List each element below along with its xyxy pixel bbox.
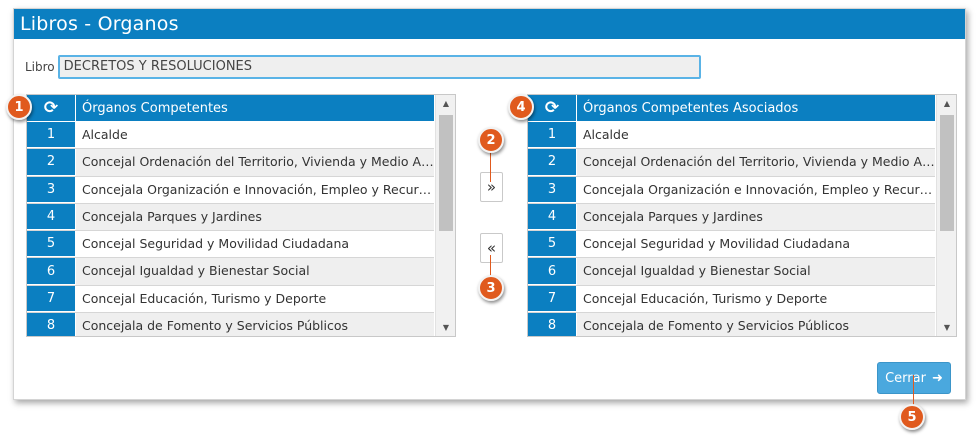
row-text: Alcalde [82,127,128,142]
callout-leader-line [490,255,491,277]
row-text: Concejala Parques y Jardines [577,203,935,231]
exit-icon: ➜ [931,370,943,386]
table-row[interactable]: 8 Concejala de Fomento y Servicios Públic… [528,313,935,336]
refresh-icon[interactable]: ⟳ [528,95,577,121]
libro-input[interactable]: DECRETOS Y RESOLUCIONES [57,55,701,79]
callout-badge: 1 [6,94,32,120]
table-row[interactable]: 6 Concejal Igualdad y Bienestar Social [528,258,935,286]
table-row[interactable]: 4 Concejala Parques y Jardines [27,203,434,232]
table-row[interactable]: 3 Concejala Organización e Innovación, Em… [27,176,434,204]
callout-leader-line [913,375,914,405]
window-title: Libros - Organos [14,9,965,39]
row-text: Concejal Seguridad y Movilidad Ciudadana [82,236,350,252]
row-number: 5 [27,231,76,258]
double-chevron-left-icon: « [486,239,497,257]
double-chevron-right-icon: » [486,178,497,196]
row-text: Concejal Igualdad y Bienestar Social [76,258,434,285]
row-number: 8 [27,313,76,336]
cerrar-button[interactable]: Cerrar ➜ [877,362,951,394]
row-number: 5 [528,231,577,258]
row-number: 8 [528,313,577,336]
organos-asociados-grid: ⟳ Órganos Competentes Asociados 1 Alcalde… [527,94,957,337]
table-row[interactable]: 7 Concejal Educación, Turismo y Deporte [528,285,935,314]
scroll-down-icon[interactable]: ▼ [937,319,956,336]
table-row[interactable]: 6 Concejal Igualdad y Bienestar Social [27,258,434,286]
callout-leader-line [490,152,491,182]
row-number: 2 [27,149,76,176]
row-number: 6 [528,258,577,285]
row-number: 3 [528,176,577,203]
scroll-thumb[interactable] [439,115,453,231]
row-number: 3 [27,176,76,203]
add-organo-button[interactable]: » [480,172,503,202]
table-row[interactable]: 1 Alcalde [528,122,935,150]
table-row[interactable]: 3 Concejala Organización e Innovación, Em… [528,176,935,204]
row-text: Alcalde [583,127,629,142]
table-row[interactable]: 5 Concejal Seguridad y Movilidad Ciudadan… [27,231,434,259]
libros-organos-dialog: Libros - Organos Libro DECRETOS Y RESOLU… [13,8,966,400]
grid-header: ⟳ Órganos Competentes [27,95,434,122]
grid-header-title: Órganos Competentes [82,101,228,116]
row-number: 2 [528,149,577,176]
row-number: 4 [27,203,76,231]
row-text: Concejala Organización e Innovación, Emp… [583,181,935,197]
row-text: Concejal Educación, Turismo y Deporte [82,290,327,306]
row-text: Concejala Organización e Innovación, Emp… [82,181,434,197]
row-text: Concejal Educación, Turismo y Deporte [583,290,828,306]
row-number: 7 [528,285,577,313]
row-text: Concejal Ordenación del Territorio, Vivi… [76,149,434,176]
refresh-icon[interactable]: ⟳ [27,95,76,121]
row-text: Concejala de Fomento y Servicios Público… [76,313,434,336]
callout-badge: 2 [478,127,504,153]
libro-field-row: Libro DECRETOS Y RESOLUCIONES [25,55,701,79]
vertical-scrollbar[interactable]: ▲ ▼ [936,95,956,336]
cerrar-label: Cerrar [885,370,926,386]
table-row[interactable]: 5 Concejal Seguridad y Movilidad Ciudadan… [528,231,935,259]
grid-header-title: Órganos Competentes Asociados [583,101,799,116]
row-text: Concejala Parques y Jardines [76,203,434,231]
libro-label: Libro [25,60,55,74]
table-row[interactable]: 2 Concejal Ordenación del Territorio, Viv… [27,149,434,177]
callout-badge: 4 [508,94,534,120]
grid-header: ⟳ Órganos Competentes Asociados [528,95,935,122]
table-row[interactable]: 2 Concejal Ordenación del Territorio, Viv… [528,149,935,177]
scroll-up-icon[interactable]: ▲ [937,95,956,112]
row-number: 4 [528,203,577,231]
scroll-up-icon[interactable]: ▲ [436,95,455,112]
row-text: Concejal Seguridad y Movilidad Ciudadana [583,236,851,252]
organos-competentes-grid: ⟳ Órganos Competentes 1 Alcalde 2 Concejal… [26,94,456,337]
callout-badge: 5 [899,404,925,430]
table-row[interactable]: 4 Concejala Parques y Jardines [528,203,935,232]
table-row[interactable]: 1 Alcalde [27,122,434,150]
vertical-scrollbar[interactable]: ▲ ▼ [435,95,455,336]
scroll-down-icon[interactable]: ▼ [436,319,455,336]
row-number: 7 [27,285,76,313]
row-number: 6 [27,258,76,285]
row-text: Concejal Ordenación del Territorio, Vivi… [577,149,935,176]
remove-organo-button[interactable]: « [480,233,503,263]
row-number: 1 [27,122,76,149]
table-row[interactable]: 8 Concejala de Fomento y Servicios Públic… [27,313,434,336]
row-text: Concejal Igualdad y Bienestar Social [577,258,935,285]
table-row[interactable]: 7 Concejal Educación, Turismo y Deporte [27,285,434,314]
scroll-thumb[interactable] [940,115,954,231]
row-text: Concejala de Fomento y Servicios Público… [577,313,935,336]
callout-badge: 3 [478,275,504,301]
row-number: 1 [528,122,577,149]
